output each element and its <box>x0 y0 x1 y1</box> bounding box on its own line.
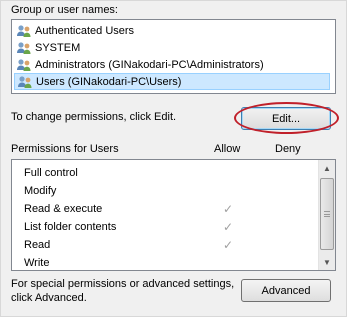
list-item[interactable]: SYSTEM <box>14 39 330 56</box>
advanced-button-label: Advanced <box>261 284 311 297</box>
permission-name: Read & execute <box>24 203 103 215</box>
groups-label: Group or user names: <box>11 4 118 16</box>
permission-name: Modify <box>24 185 57 197</box>
allow-check-icon: ✓ <box>222 238 234 252</box>
group-label: Users (GINakodari-PC\Users) <box>36 75 182 88</box>
table-row: Read <box>24 236 309 254</box>
group-label: SYSTEM <box>35 41 81 54</box>
allow-check-icon: ✓ <box>222 220 234 234</box>
users-icon <box>18 75 32 88</box>
change-permissions-text: To change permissions, click Edit. <box>11 111 177 123</box>
special-permissions-text: For special permissions or advanced sett… <box>11 278 235 290</box>
allow-header: Allow <box>214 143 241 155</box>
users-icon <box>17 24 31 37</box>
scroll-down-icon[interactable]: ▼ <box>319 254 335 270</box>
users-icon <box>17 41 31 54</box>
list-item[interactable]: Administrators (GINakodari-PC\Administra… <box>14 56 330 73</box>
permissions-header: Permissions for Users Allow Deny <box>11 143 336 159</box>
grip-icon <box>324 211 330 217</box>
list-item-selected[interactable]: Users (GINakodari-PC\Users) <box>14 73 330 90</box>
table-row: Write <box>24 254 309 272</box>
permission-name: List folder contents <box>24 221 117 233</box>
advanced-button[interactable]: Advanced <box>241 279 331 302</box>
deny-header: Deny <box>275 143 301 155</box>
scroll-thumb[interactable] <box>320 178 334 250</box>
group-label: Authenticated Users <box>35 24 135 37</box>
permissions-label: Permissions for Users <box>11 143 119 155</box>
permission-name: Full control <box>24 167 78 179</box>
security-panel: Group or user names: Authenticated Users… <box>0 0 347 317</box>
allow-check-icon: ✓ <box>222 202 234 216</box>
table-row: Modify <box>24 182 309 200</box>
permissions-list[interactable]: Full control Modify Read & execute ✓ Lis… <box>11 159 336 271</box>
table-row: List folder contents <box>24 218 309 236</box>
group-label: Administrators (GINakodari-PC\Administra… <box>35 58 264 71</box>
users-icon <box>17 58 31 71</box>
edit-button[interactable]: Edit... <box>241 107 331 130</box>
scroll-up-icon[interactable]: ▲ <box>319 160 335 176</box>
edit-button-label: Edit... <box>271 112 301 125</box>
special-permissions-text-2: click Advanced. <box>11 292 87 304</box>
list-item[interactable]: Authenticated Users <box>14 22 330 39</box>
table-row: Full control <box>24 164 309 182</box>
groups-list[interactable]: Authenticated Users SYSTEM Administrator… <box>11 19 336 94</box>
permission-name: Write <box>24 257 50 269</box>
table-row: Read & execute <box>24 200 309 218</box>
permission-name: Read <box>24 239 51 251</box>
vertical-scrollbar[interactable]: ▲ ▼ <box>318 160 335 270</box>
